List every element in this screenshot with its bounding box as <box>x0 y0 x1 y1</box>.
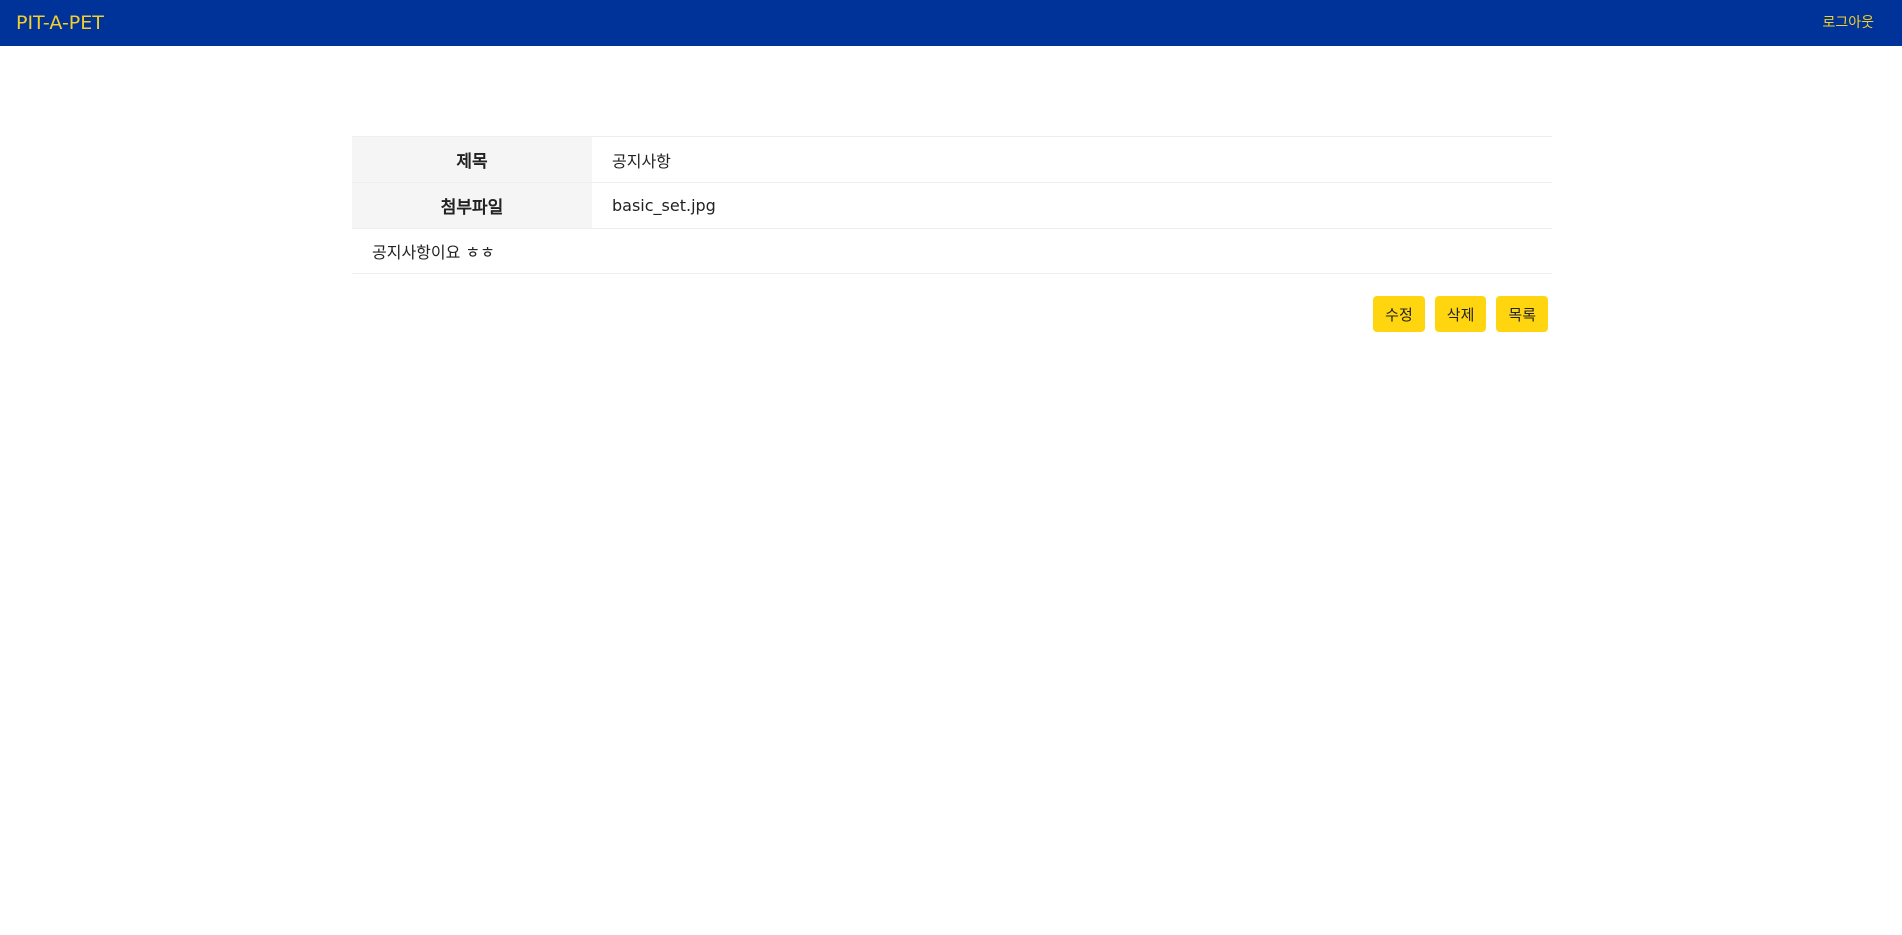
logout-link[interactable]: 로그아웃 <box>1822 0 1874 46</box>
top-navbar: PIT-A-PET 로그아웃 <box>0 0 1902 46</box>
post-detail-table: 제목 공지사항 첨부파일 basic_set.jpg 공지사항이요 ㅎㅎ <box>352 136 1552 274</box>
brand-logo-link[interactable]: PIT-A-PET <box>16 0 104 46</box>
edit-button[interactable]: 수정 <box>1373 296 1425 332</box>
title-value: 공지사항 <box>612 151 671 171</box>
attachment-label: 첨부파일 <box>352 183 592 228</box>
list-button[interactable]: 목록 <box>1496 296 1548 332</box>
content-row: 공지사항이요 ㅎㅎ <box>352 228 1552 274</box>
attachment-row: 첨부파일 basic_set.jpg <box>352 182 1552 228</box>
title-label: 제목 <box>352 137 592 182</box>
post-actions: 수정 삭제 목록 <box>1373 296 1548 332</box>
title-row: 제목 공지사항 <box>352 136 1552 182</box>
attachment-link[interactable]: basic_set.jpg <box>592 183 1552 228</box>
delete-button[interactable]: 삭제 <box>1434 296 1487 332</box>
post-content: 공지사항이요 ㅎㅎ <box>372 243 495 262</box>
